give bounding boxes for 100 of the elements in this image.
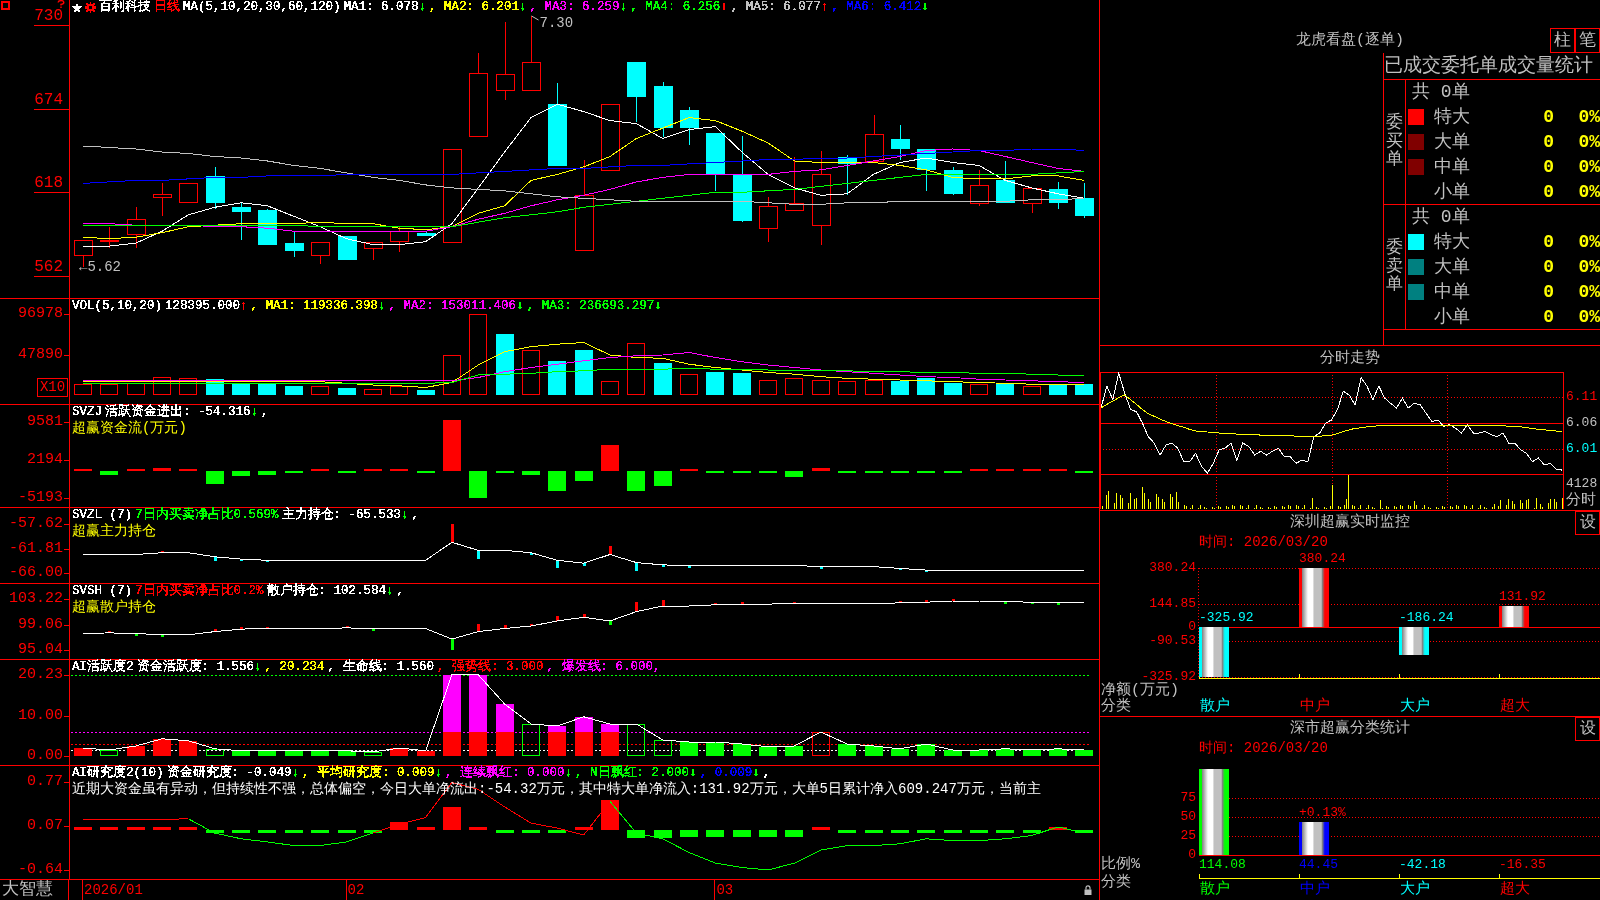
axis-label: -0.64	[18, 862, 63, 878]
change-mark	[265, 626, 269, 629]
category-label: 大户	[1400, 882, 1430, 898]
fund-flow-bar	[469, 471, 487, 499]
order-size-label: 小单	[1434, 180, 1470, 203]
activity-bar	[74, 748, 92, 756]
category-label: 散户	[1200, 699, 1230, 715]
gear-icon	[85, 2, 96, 13]
research-bar	[1023, 830, 1041, 834]
header-text: , 连续飘红: 0.000	[445, 766, 565, 781]
activity-bar	[1023, 750, 1041, 756]
activity-bar	[1049, 748, 1067, 756]
volume-bar	[417, 390, 435, 395]
activity-bar	[100, 750, 118, 756]
fund-flow-bar	[100, 471, 118, 476]
order-count: 0	[1543, 106, 1554, 129]
value-label: 44.45	[1299, 858, 1338, 872]
volume-bar	[1023, 385, 1041, 395]
axis-title: 分类	[1101, 699, 1131, 715]
category-label: 大户	[1400, 699, 1430, 715]
value-label: 380.24	[1299, 552, 1346, 567]
header-text: SVZL (7)	[72, 508, 132, 523]
candlestick	[390, 226, 409, 253]
fund-flow-bar	[865, 471, 883, 474]
change-mark	[898, 600, 902, 603]
axis-title: 分类	[1101, 875, 1131, 891]
research-bar	[601, 800, 619, 830]
change-mark	[924, 570, 928, 573]
header-text: MA1: 6.078	[343, 0, 419, 15]
price-annotation: 7.30	[539, 15, 574, 31]
research-bar	[865, 830, 883, 834]
change-mark	[661, 600, 665, 606]
header-text: , 强势线: 3.000	[437, 660, 544, 675]
fund-flow-bar	[759, 471, 777, 474]
header-text: ,	[762, 766, 771, 781]
table-title: 已成交委托单成交量统计	[1384, 55, 1593, 77]
fund-flow-bar	[390, 468, 408, 471]
research-bar	[364, 830, 382, 834]
order-share: 0%	[1578, 305, 1600, 328]
research-bar	[522, 830, 540, 834]
order-size-label: 特大	[1434, 231, 1470, 254]
axis-label: 96978	[18, 306, 63, 323]
axis-label: 50	[1180, 810, 1196, 825]
volume-bar	[390, 385, 408, 395]
volume-bar	[601, 380, 619, 395]
value-label: -186.24	[1399, 610, 1454, 625]
activity-bar	[338, 750, 356, 756]
settings-button[interactable]: 设	[1575, 717, 1600, 741]
research-bar	[680, 830, 698, 837]
indicator-title: 超赢资金流(万元)	[72, 420, 187, 436]
fund-flow-bar	[733, 471, 751, 474]
order-size-label: 大单	[1434, 131, 1470, 153]
change-mark	[608, 545, 612, 555]
activity-bar	[206, 748, 224, 756]
header-text: , 0.009	[699, 766, 753, 781]
candlestick	[258, 208, 277, 245]
fund-flow-bar	[1049, 468, 1067, 471]
candlestick	[1023, 188, 1042, 214]
header-text: , MA4: 6.256	[630, 0, 721, 15]
activity-bar	[364, 752, 382, 756]
timestamp-text: 时间: 2026/03/20	[1199, 535, 1328, 550]
research-bar	[548, 830, 566, 834]
change-mark	[265, 560, 269, 563]
volume-bar	[364, 389, 382, 395]
order-share: 0%	[1578, 155, 1600, 178]
fund-flow-bar	[1075, 471, 1093, 474]
candlestick	[153, 182, 172, 217]
volume-bar	[654, 363, 672, 395]
research-bar	[469, 826, 487, 830]
activity-bar	[496, 704, 514, 732]
candlestick	[179, 183, 198, 203]
header-text: 128395.000	[165, 299, 241, 314]
change-mark	[529, 623, 533, 626]
activity-bar	[917, 744, 935, 756]
date-label: 2026/01	[84, 882, 143, 898]
trend-arrow: ↓	[418, 0, 427, 15]
multiplier-label: X10	[37, 378, 68, 397]
research-bar	[153, 826, 171, 830]
brand-name: 大智慧	[2, 880, 53, 900]
change-mark	[1056, 602, 1060, 605]
trend-arrow: ↓	[519, 0, 527, 15]
research-bar	[785, 830, 803, 837]
candlestick	[759, 196, 778, 243]
order-size-label: 中单	[1434, 155, 1470, 178]
section-title: 分时走势	[1320, 350, 1380, 368]
fund-flow-bar	[179, 468, 197, 471]
view-button[interactable]: 笔	[1575, 28, 1600, 53]
view-button[interactable]: 柱	[1550, 28, 1575, 53]
candlestick	[601, 104, 620, 171]
ratio-bar	[1299, 821, 1329, 856]
activity-bar	[127, 746, 145, 756]
fund-flow-bar	[232, 471, 250, 477]
candlestick	[1075, 182, 1094, 219]
activity-bar	[680, 742, 698, 756]
settings-button[interactable]: 设	[1575, 511, 1600, 535]
change-mark	[819, 566, 823, 569]
candlestick	[627, 62, 646, 123]
header-text: , N日飘红: 2.000	[575, 766, 690, 781]
axis-label: 562	[34, 259, 63, 276]
change-mark	[160, 550, 164, 553]
